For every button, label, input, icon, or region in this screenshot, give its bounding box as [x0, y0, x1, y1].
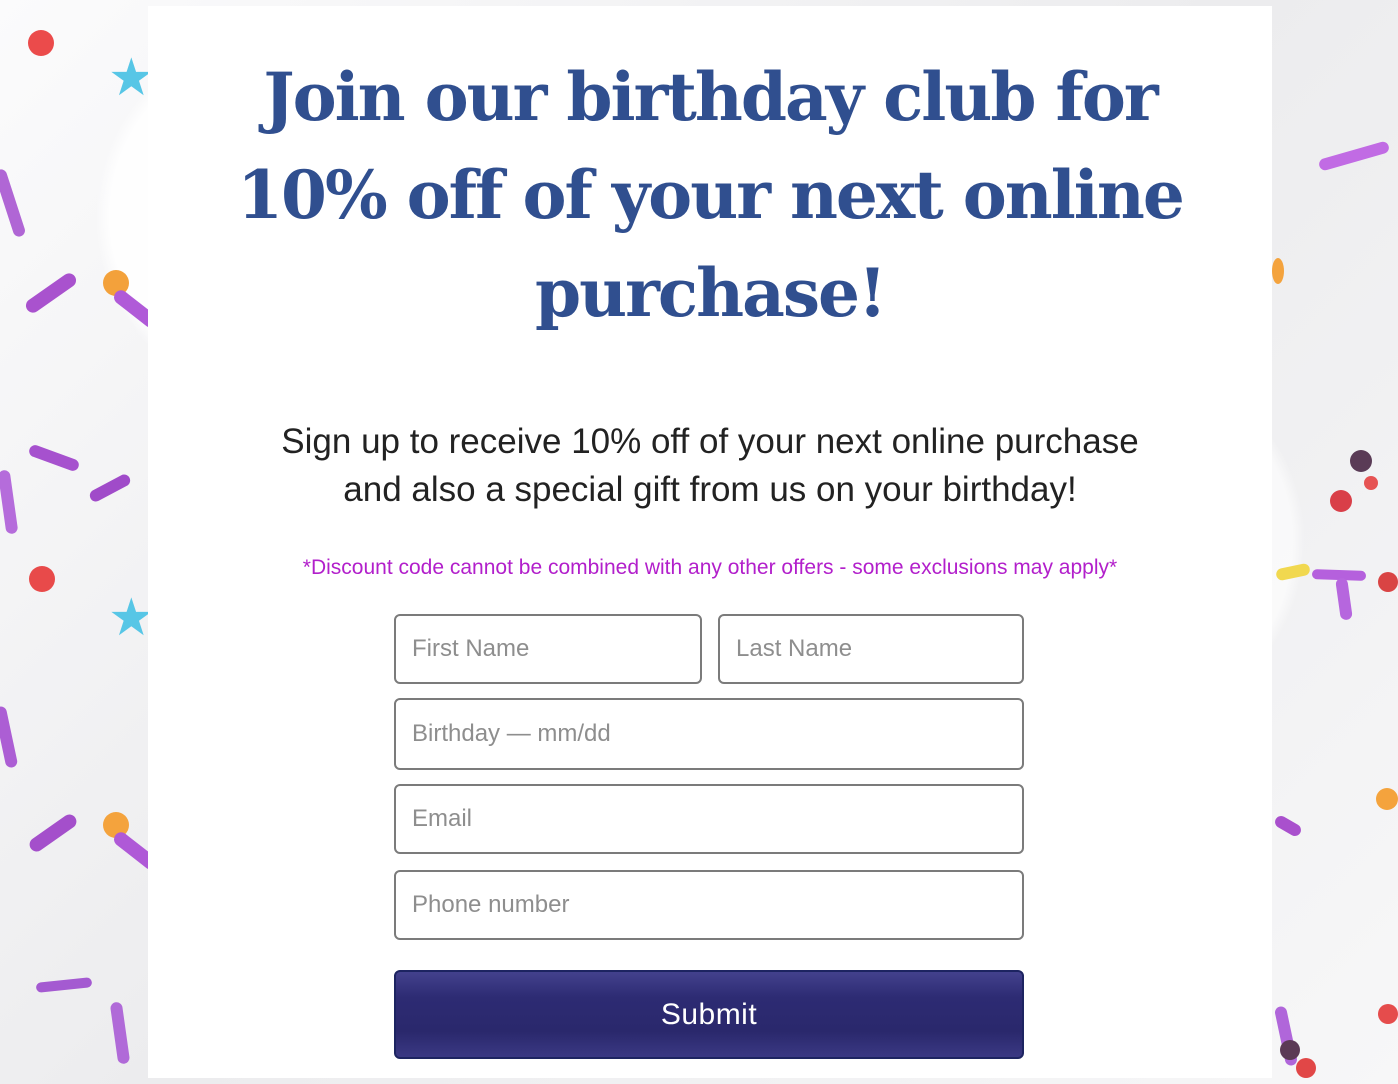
confetti-sprinkle — [0, 469, 19, 535]
confetti-dot — [1272, 258, 1284, 284]
confetti-sprinkle — [109, 1001, 131, 1065]
confetti-sprinkle — [87, 472, 133, 504]
confetti-dot — [1378, 1004, 1398, 1024]
confetti-sprinkle — [23, 270, 79, 316]
first-name-input[interactable] — [394, 614, 702, 684]
confetti-sprinkle — [35, 977, 93, 993]
confetti-dot — [29, 566, 55, 592]
description-line-2: and also a special gift from us on your … — [343, 470, 1077, 509]
confetti-dot — [1296, 1058, 1316, 1078]
discount-disclaimer: *Discount code cannot be combined with a… — [302, 556, 1118, 579]
headline-line-3: purchase! — [535, 254, 887, 332]
confetti-dot — [1376, 788, 1398, 810]
submit-button[interactable]: Submit — [394, 970, 1024, 1059]
confetti-sprinkle — [0, 167, 27, 239]
headline-line-1: Join our birthday club for — [263, 58, 1158, 136]
confetti-dot — [1378, 572, 1398, 592]
confetti-dot — [28, 30, 54, 56]
signup-description: Sign up to receive 10% off of your next … — [218, 418, 1202, 514]
phone-input[interactable] — [394, 870, 1024, 940]
confetti-dot — [1330, 490, 1352, 512]
confetti-sprinkle — [1335, 577, 1353, 621]
confetti-dot — [1280, 1040, 1300, 1060]
email-input[interactable] — [394, 784, 1024, 854]
confetti-sprinkle — [1317, 140, 1391, 172]
signup-panel: Join our birthday club for 10% off of yo… — [148, 6, 1272, 1078]
confetti-dot — [1350, 450, 1372, 472]
confetti-sprinkle — [0, 705, 19, 769]
birthday-input[interactable] — [394, 698, 1024, 770]
page-title: Join our birthday club for 10% off of yo… — [148, 48, 1272, 342]
description-line-1: Sign up to receive 10% off of your next … — [281, 422, 1139, 461]
last-name-input[interactable] — [718, 614, 1024, 684]
headline-line-2: 10% off of your next online — [237, 156, 1185, 234]
confetti-dot — [1364, 476, 1378, 490]
confetti-sprinkle — [1272, 813, 1304, 839]
confetti-sprinkle — [1275, 562, 1311, 582]
confetti-sprinkle — [27, 443, 81, 473]
confetti-sprinkle — [26, 811, 80, 855]
